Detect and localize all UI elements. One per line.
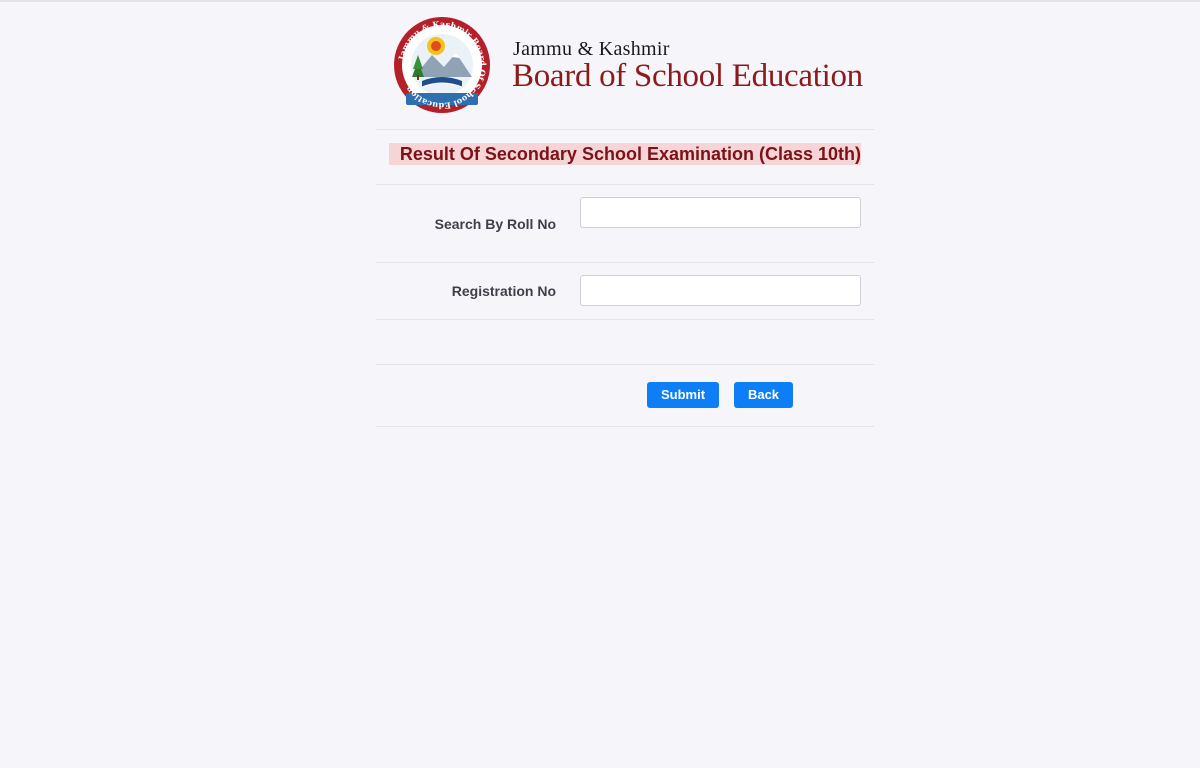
registration-input[interactable] bbox=[580, 275, 861, 306]
button-row: Submit Back bbox=[376, 365, 874, 426]
result-panel: Jammu & Kashmir Board Of School Educatio… bbox=[376, 0, 874, 427]
submit-button[interactable]: Submit bbox=[647, 382, 719, 408]
result-heading-row: Result Of Secondary School Examination (… bbox=[376, 130, 874, 184]
page-header: Jammu & Kashmir Board Of School Educatio… bbox=[376, 0, 874, 129]
roll-no-row: Search By Roll No bbox=[376, 185, 874, 262]
roll-no-input[interactable] bbox=[580, 197, 861, 228]
board-seal-icon: Jammu & Kashmir Board Of School Educatio… bbox=[394, 17, 490, 113]
registration-label: Registration No bbox=[451, 283, 556, 299]
divider bbox=[376, 426, 874, 427]
result-title: Result Of Secondary School Examination (… bbox=[389, 143, 861, 165]
registration-row: Registration No bbox=[376, 263, 874, 319]
roll-no-label: Search By Roll No bbox=[434, 216, 556, 232]
spacer-row bbox=[376, 320, 874, 364]
header-title: Board of School Education bbox=[512, 58, 863, 94]
back-button[interactable]: Back bbox=[734, 382, 793, 408]
